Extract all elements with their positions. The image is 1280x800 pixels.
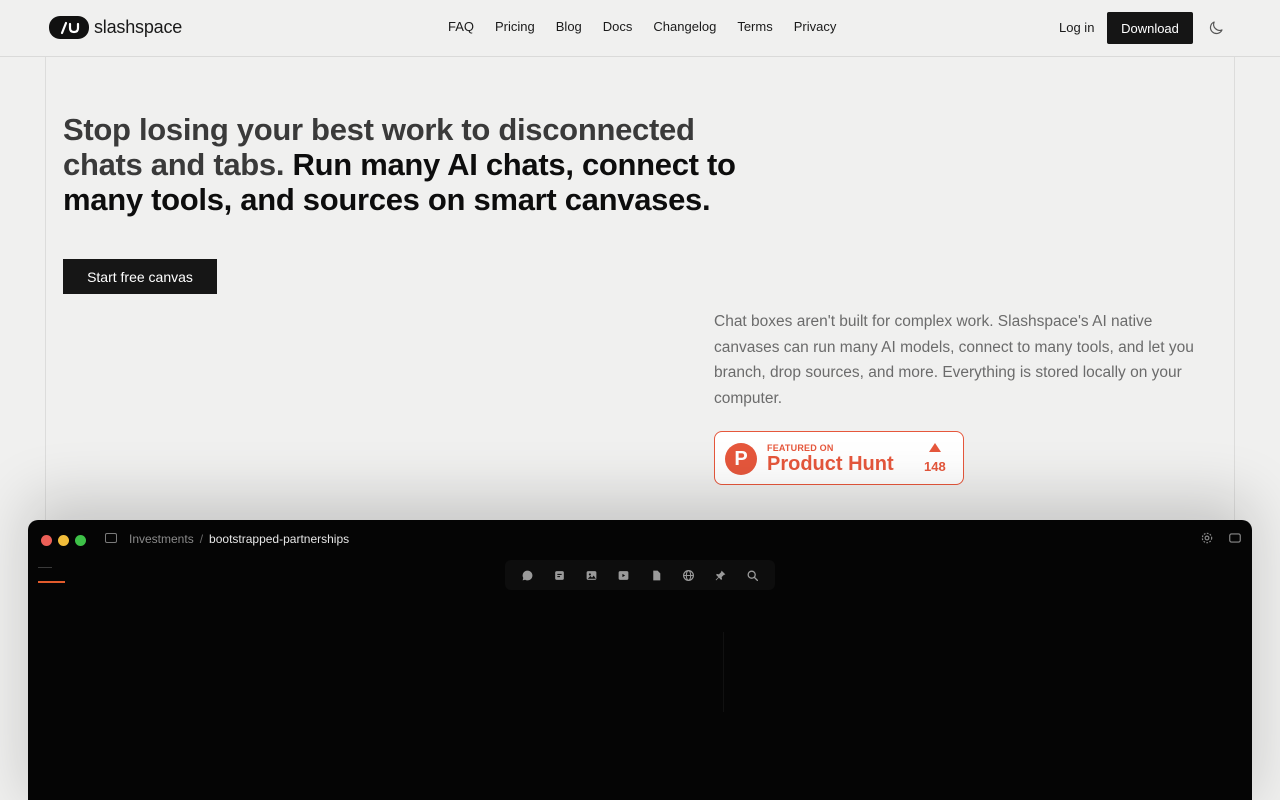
file-icon[interactable] xyxy=(649,568,663,582)
upvote-triangle-icon xyxy=(929,443,941,452)
nav-terms[interactable]: Terms xyxy=(737,19,772,34)
app-window: Investments / bootstrapped-partnerships xyxy=(28,520,1252,800)
panel-toggle-icon[interactable] xyxy=(1228,531,1242,550)
sidebar-toggle-icon[interactable] xyxy=(105,533,117,543)
product-hunt-count: 148 xyxy=(924,459,946,474)
nav-privacy[interactable]: Privacy xyxy=(794,19,837,34)
breadcrumb: Investments / bootstrapped-partnerships xyxy=(129,532,349,546)
product-hunt-logo-icon: P xyxy=(725,443,757,475)
nav-docs[interactable]: Docs xyxy=(603,19,633,34)
logo[interactable]: slashspace xyxy=(49,16,182,39)
hero-description: Chat boxes aren't built for complex work… xyxy=(714,313,1194,407)
nav-blog[interactable]: Blog xyxy=(556,19,582,34)
image-icon[interactable] xyxy=(585,568,599,582)
nav-faq[interactable]: FAQ xyxy=(448,19,474,34)
nav-pricing[interactable]: Pricing xyxy=(495,19,535,34)
right-guide-line xyxy=(1234,57,1235,527)
breadcrumb-current[interactable]: bootstrapped-partnerships xyxy=(209,532,349,546)
tab-divider xyxy=(38,567,52,568)
product-hunt-featured-label: FEATURED ON xyxy=(767,443,834,453)
start-free-canvas-button[interactable]: Start free canvas xyxy=(63,259,217,294)
window-zoom-icon[interactable] xyxy=(75,535,86,546)
nav-changelog[interactable]: Changelog xyxy=(653,19,716,34)
breadcrumb-parent[interactable]: Investments xyxy=(129,532,194,546)
product-hunt-name: Product Hunt xyxy=(767,453,894,475)
note-icon[interactable] xyxy=(552,568,566,582)
pin-icon[interactable] xyxy=(714,568,728,582)
window-minimize-icon[interactable] xyxy=(58,535,69,546)
gear-icon[interactable] xyxy=(1200,531,1214,550)
logo-text: slashspace xyxy=(94,17,183,37)
hero-headline: Stop losing your best work to disconnect… xyxy=(63,112,743,217)
active-tab-indicator xyxy=(38,581,65,583)
video-icon[interactable] xyxy=(617,568,631,582)
moon-icon[interactable] xyxy=(1207,19,1225,37)
search-icon[interactable] xyxy=(746,568,760,582)
logo-mark-icon xyxy=(49,16,89,39)
site-header: slashspace FAQ Pricing Blog Docs Changel… xyxy=(0,0,1280,57)
chat-icon[interactable] xyxy=(520,568,534,582)
globe-icon[interactable] xyxy=(681,568,695,582)
app-window-controls xyxy=(1200,531,1242,550)
left-guide-line xyxy=(45,57,46,527)
breadcrumb-separator: / xyxy=(199,532,204,546)
main-nav: FAQ Pricing Blog Docs Changelog Terms Pr… xyxy=(448,19,857,34)
canvas-toolbar xyxy=(505,560,775,590)
download-button[interactable]: Download xyxy=(1107,12,1193,44)
login-link[interactable]: Log in xyxy=(1059,20,1094,35)
canvas-connector-line xyxy=(723,632,724,712)
window-close-icon[interactable] xyxy=(41,535,52,546)
product-hunt-badge[interactable]: P FEATURED ON Product Hunt 148 xyxy=(714,431,964,485)
